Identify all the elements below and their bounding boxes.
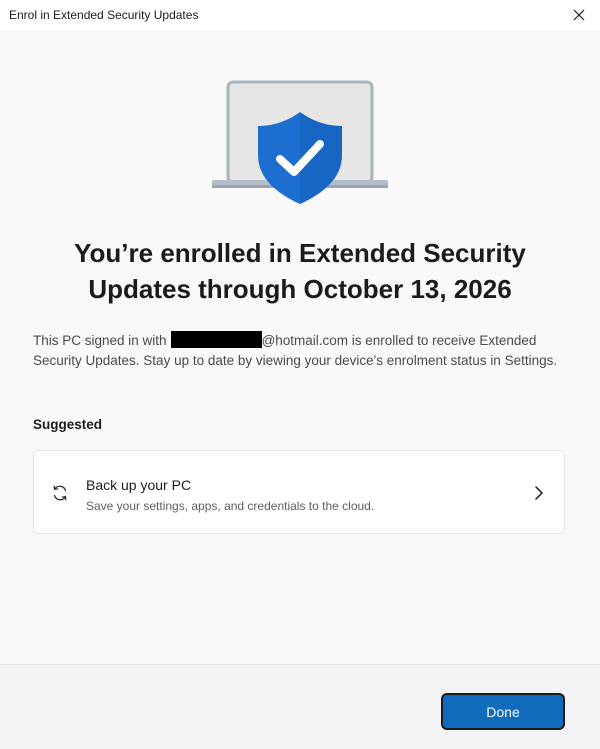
done-button[interactable]: Done bbox=[443, 695, 563, 728]
enrolment-description: This PC signed in with @hotmail.com is en… bbox=[33, 331, 563, 371]
title-bar: Enrol in Extended Security Updates bbox=[0, 0, 600, 30]
sync-icon bbox=[53, 485, 67, 501]
laptop-shield-check-icon bbox=[212, 80, 388, 204]
chevron-right-icon bbox=[535, 486, 543, 500]
page-title: You’re enrolled in Extended Security Upd… bbox=[74, 238, 526, 304]
description-text-before: This PC signed in with bbox=[33, 333, 167, 348]
suggested-heading: Suggested bbox=[33, 417, 103, 432]
card-title: Back up your PC bbox=[86, 477, 192, 493]
card-subtitle: Save your settings, apps, and credential… bbox=[86, 499, 375, 513]
laptop-shield-illustration bbox=[210, 80, 390, 206]
close-icon bbox=[573, 9, 585, 21]
redacted-email bbox=[170, 331, 262, 348]
backup-pc-card[interactable]: Back up your PC Save your settings, apps… bbox=[33, 450, 565, 534]
dialog-window: Enrol in Extended Security Updates You’r… bbox=[0, 0, 600, 749]
close-button[interactable] bbox=[558, 0, 600, 30]
window-title: Enrol in Extended Security Updates bbox=[9, 8, 199, 22]
